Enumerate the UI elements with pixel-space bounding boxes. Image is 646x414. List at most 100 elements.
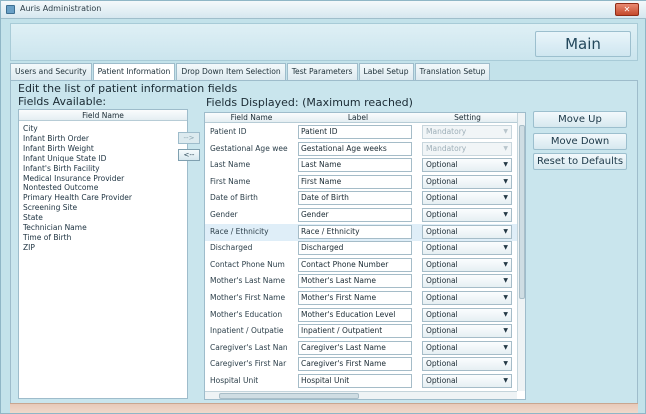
horizontal-scroll-thumb[interactable] xyxy=(219,393,359,399)
label-input[interactable]: Mother's First Name xyxy=(298,291,412,305)
available-field-item[interactable]: Time of Birth xyxy=(23,233,187,243)
setting-value: Optional xyxy=(426,160,458,170)
table-row[interactable]: Patient ID Patient ID Mandatory ▼ xyxy=(205,124,517,141)
label-input[interactable]: Contact Phone Number xyxy=(298,257,412,272)
label-input[interactable]: Date of Birth xyxy=(298,191,412,206)
available-column-header: Field Name xyxy=(19,110,187,121)
horizontal-scrollbar[interactable] xyxy=(205,391,517,399)
setting-dropdown[interactable]: Optional ▼ xyxy=(422,191,512,206)
tab-translation-setup[interactable]: Translation Setup xyxy=(414,63,491,81)
label-input[interactable]: Mother's Education Level xyxy=(298,307,412,322)
setting-value: Optional xyxy=(426,193,458,203)
move-up-button[interactable]: Move Up xyxy=(533,111,627,128)
main-button[interactable]: Main xyxy=(535,31,631,57)
available-field-item[interactable]: Infant Birth Order xyxy=(23,134,187,144)
table-row[interactable]: Race / Ethnicity Race / Ethnicity Optional… xyxy=(205,223,517,241)
setting-value: Optional xyxy=(426,243,458,253)
add-field-button[interactable]: --> xyxy=(178,132,200,144)
setting-value: Optional xyxy=(426,276,458,286)
setting-dropdown[interactable]: Optional ▼ xyxy=(422,374,512,388)
table-row[interactable]: Hospital Unit Hospital Unit Optional ▼ xyxy=(205,373,517,390)
label-input[interactable]: Mother's Last Name xyxy=(298,274,412,289)
table-row[interactable]: Mother's First Name Mother's First Name Op… xyxy=(205,290,517,307)
label-input[interactable]: Caregiver's First Name xyxy=(298,357,412,372)
fields-available-list[interactable]: Field Name City Infant Birth Order Infant … xyxy=(18,109,188,399)
setting-dropdown[interactable]: Optional ▼ xyxy=(422,324,512,339)
setting-dropdown[interactable]: Optional ▼ xyxy=(422,174,512,189)
setting-dropdown[interactable]: Optional ▼ xyxy=(422,340,512,355)
label-input[interactable]: Caregiver's Last Name xyxy=(298,340,412,355)
table-row[interactable]: Caregiver's Last Nan Caregiver's Last Nam… xyxy=(205,340,517,357)
available-field-item[interactable]: Technician Name xyxy=(23,223,187,233)
chevron-down-icon: ▼ xyxy=(503,343,508,351)
vertical-scroll-thumb[interactable] xyxy=(519,125,525,299)
table-row[interactable]: Mother's Education Mother's Education Lev… xyxy=(205,307,517,324)
label-input[interactable]: Hospital Unit xyxy=(298,374,412,388)
column-header-label: Label xyxy=(347,113,369,122)
table-row[interactable]: Gestational Age wee Gestational Age weeks… xyxy=(205,141,517,158)
tab-label-setup[interactable]: Label Setup xyxy=(358,63,414,81)
setting-dropdown[interactable]: Optional ▼ xyxy=(422,208,512,222)
setting-dropdown[interactable]: Optional ▼ xyxy=(422,257,512,272)
setting-value: Optional xyxy=(426,359,458,369)
reset-to-defaults-button[interactable]: Reset to Defaults xyxy=(533,153,627,170)
setting-dropdown[interactable]: Optional ▼ xyxy=(422,307,512,322)
setting-dropdown[interactable]: Optional ▼ xyxy=(422,291,512,305)
field-name-cell: Caregiver's First Nar xyxy=(210,359,287,369)
setting-dropdown[interactable]: Optional ▼ xyxy=(422,224,512,239)
tab-drop-down-item-selection[interactable]: Drop Down Item Selection xyxy=(176,63,286,81)
table-row[interactable]: Inpatient / Outpatie Inpatient / Outpatie… xyxy=(205,323,517,340)
table-row[interactable]: Caregiver's First Nar Caregiver's First N… xyxy=(205,356,517,373)
label-input[interactable]: Gender xyxy=(298,208,412,222)
available-field-item[interactable]: Infant Birth Weight xyxy=(23,144,187,154)
setting-value: Optional xyxy=(426,342,458,352)
available-field-item[interactable]: State xyxy=(23,213,187,223)
table-row[interactable]: Date of Birth Date of Birth Optional ▼ xyxy=(205,190,517,207)
table-row[interactable]: Mother's Last Name Mother's Last Name Opti… xyxy=(205,273,517,290)
available-field-item[interactable]: Infant's Birth Facility xyxy=(23,164,187,174)
setting-dropdown[interactable]: Mandatory ▼ xyxy=(422,141,512,156)
tab-test-parameters[interactable]: Test Parameters xyxy=(286,63,358,81)
chevron-down-icon: ▼ xyxy=(503,377,508,384)
field-name-cell: Patient ID xyxy=(210,127,247,136)
field-name-cell: Discharged xyxy=(210,243,253,253)
chevron-down-icon: ▼ xyxy=(503,211,508,218)
field-name-cell: Gestational Age wee xyxy=(210,143,288,153)
available-field-item[interactable]: Medical Insurance Provider xyxy=(23,174,187,184)
available-field-item[interactable]: ZIP xyxy=(23,243,187,253)
available-field-item[interactable]: Infant Unique State ID xyxy=(23,154,187,164)
table-row[interactable]: Gender Gender Optional ▼ xyxy=(205,207,517,224)
remove-field-button[interactable]: <-- xyxy=(178,149,200,161)
field-name-cell: Gender xyxy=(210,210,238,219)
available-field-item[interactable]: Screening Site xyxy=(23,203,187,213)
available-field-item[interactable]: City xyxy=(23,124,187,134)
vertical-scrollbar[interactable] xyxy=(517,113,525,391)
setting-value: Optional xyxy=(426,259,458,269)
move-down-button[interactable]: Move Down xyxy=(533,133,627,150)
available-field-item[interactable]: Nontested Outcome xyxy=(23,183,187,193)
column-header-setting: Setting xyxy=(454,113,481,122)
chevron-down-icon: ▼ xyxy=(503,144,508,152)
close-button[interactable]: ✕ xyxy=(615,3,639,16)
label-input[interactable]: Discharged xyxy=(298,241,412,256)
setting-dropdown[interactable]: Mandatory ▼ xyxy=(422,125,512,139)
label-input[interactable]: Inpatient / Outpatient xyxy=(298,324,412,339)
chevron-down-icon: ▼ xyxy=(503,310,508,318)
setting-dropdown[interactable]: Optional ▼ xyxy=(422,274,512,289)
label-input[interactable]: Patient ID xyxy=(298,125,412,139)
setting-dropdown[interactable]: Optional ▼ xyxy=(422,158,512,173)
label-input[interactable]: Race / Ethnicity xyxy=(298,224,412,239)
label-input[interactable]: Last Name xyxy=(298,158,412,173)
tab-users-and-security[interactable]: Users and Security xyxy=(10,63,92,81)
table-row[interactable]: Discharged Discharged Optional ▼ xyxy=(205,240,517,257)
table-row[interactable]: Last Name Last Name Optional ▼ xyxy=(205,157,517,174)
chevron-down-icon: ▼ xyxy=(503,227,508,235)
setting-dropdown[interactable]: Optional ▼ xyxy=(422,241,512,256)
chevron-down-icon: ▼ xyxy=(503,277,508,285)
table-row[interactable]: First Name First Name Optional ▼ xyxy=(205,174,517,191)
label-input[interactable]: Gestational Age weeks xyxy=(298,141,412,156)
setting-dropdown[interactable]: Optional ▼ xyxy=(422,357,512,372)
table-row[interactable]: Contact Phone Num Contact Phone Number Opt… xyxy=(205,257,517,274)
available-field-item[interactable]: Primary Health Care Provider xyxy=(23,193,187,203)
label-input[interactable]: First Name xyxy=(298,174,412,189)
